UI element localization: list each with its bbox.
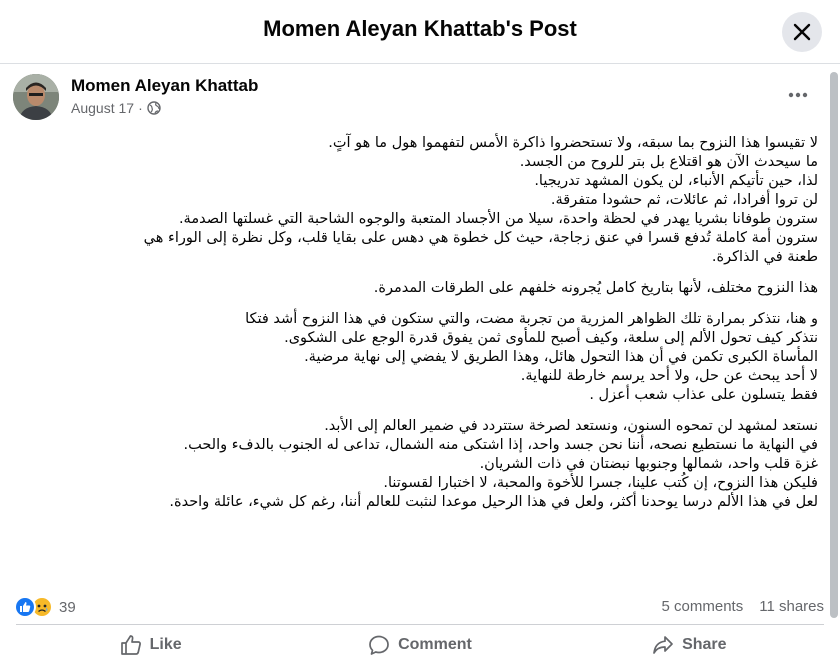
post-text-line: غزة قلب واحد، شمالها وجنوبها نبضتان في ذ… [479,456,818,472]
avatar[interactable] [13,74,59,120]
thumbs-up-icon [120,635,141,655]
post-paragraph: و هنا، نتذكر بمرارة تلك الظواهر المزرية … [24,310,818,405]
action-bar: Like Comment Share [16,626,824,664]
shares-count-link[interactable]: 11 shares [759,598,824,615]
post-text-line: فليكن هذا النزوح، إن كُتب علينا، جسرا لل… [383,475,818,491]
like-button[interactable]: Like [16,626,285,664]
post-text-line: لذا، حين تأتيكم الأنباء، لن يكون المشهد … [534,173,818,189]
post-text-line: نتذكر كيف تحول الألم إلى سلعة، وكيف أصبح… [284,330,818,346]
share-button[interactable]: Share [555,626,824,664]
dialog-header: Momen Aleyan Khattab's Post [0,0,840,64]
post-text-line: في النهاية ما نستطيع نصحه، أننا نحن جسد … [183,437,818,453]
like-reaction-icon [14,596,36,618]
avatar-image [13,74,59,120]
post-text-line: طعنة في الذاكرة. [711,249,818,265]
post-paragraph: نستعد لمشهد لن تمحوه السنون، ونستعد لصرخ… [24,417,818,512]
more-options-button[interactable] [780,82,816,108]
comment-button-label: Comment [398,636,472,653]
dialog-title: Momen Aleyan Khattab's Post [263,16,577,41]
post-text-line: ما سيحدث الآن هو اقتلاع بل بتر للروح من … [519,154,818,170]
comment-icon [369,635,389,655]
post-text-line: لا أحد يبحث عن حل، ولا أحد يرسم خارطة لل… [520,368,818,384]
post-text-line: لا تقيسوا هذا النزوح بما سبقه، ولا تستحض… [328,135,818,151]
post-meta: August 17 · [71,100,161,116]
post-text-line: لن تروا أفرادا، ثم عائلات، ثم حشودا متفر… [550,192,818,208]
post-date[interactable]: August 17 [71,100,134,116]
post-text-line: المأساة الكبرى تكمن في أن هذا التحول هائ… [304,349,818,365]
share-button-label: Share [682,636,727,653]
post-paragraph: لا تقيسوا هذا النزوح بما سبقه، ولا تستحض… [24,134,818,267]
post-paragraph: هذا النزوح مختلف، لأنها بتاريخ كامل يُجر… [24,279,818,298]
close-button[interactable] [782,12,822,52]
post-text-line: سترون أمة كاملة تُدفع قسرا في عنق زجاجة،… [143,230,818,246]
meta-separator: · [138,100,143,116]
close-icon [793,23,811,41]
post-text-line: فقط يتسلون على عذاب شعب أعزل . [589,387,818,403]
globe-icon[interactable] [147,101,161,115]
scrollbar[interactable] [830,72,838,618]
post-text-line: هذا النزوح مختلف، لأنها بتاريخ كامل يُجر… [373,280,818,296]
reaction-summary[interactable]: 39 [14,596,76,618]
author-name[interactable]: Momen Aleyan Khattab [71,76,258,96]
action-divider [16,624,824,625]
post-body: لا تقيسوا هذا النزوح بما سبقه، ولا تستحض… [24,134,818,524]
comments-count-link[interactable]: 5 comments [662,598,744,615]
more-options-icon [788,92,808,98]
share-icon [653,636,673,654]
post-text-line: لعل في هذا الألم درسا يوحدنا أكثر، ولعل … [169,494,818,510]
engagement-stats: 5 comments 11 shares [662,598,824,615]
reaction-count: 39 [59,598,76,616]
post-text-line: نستعد لمشهد لن تمحوه السنون، ونستعد لصرخ… [324,418,818,434]
like-button-label: Like [149,636,182,653]
comment-button[interactable]: Comment [285,626,554,664]
post-text-line: سترون طوفانا بشريا يهدر في لحظة واحدة، س… [178,211,818,227]
post-text-line: و هنا، نتذكر بمرارة تلك الظواهر المزرية … [245,311,818,327]
